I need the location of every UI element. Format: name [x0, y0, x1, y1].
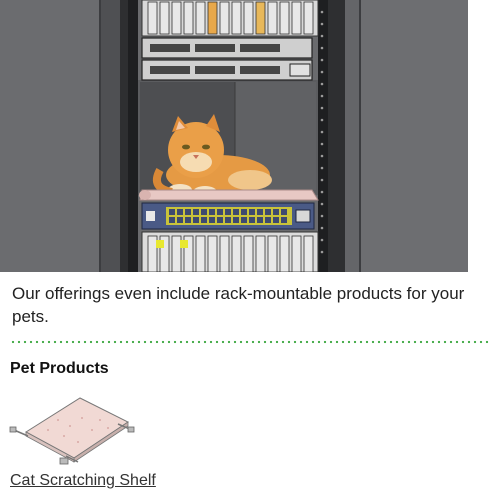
hero-image — [0, 0, 468, 272]
server-rack-illustration — [0, 0, 468, 272]
section-heading: Pet Products — [10, 360, 109, 377]
caption-text: Our offerings even include rack-mountabl… — [12, 284, 465, 326]
product-link-cat-scratching-shelf[interactable]: Cat Scratching Shelf — [10, 472, 156, 490]
dotted-divider — [10, 340, 490, 344]
shelf-icon — [9, 397, 135, 465]
